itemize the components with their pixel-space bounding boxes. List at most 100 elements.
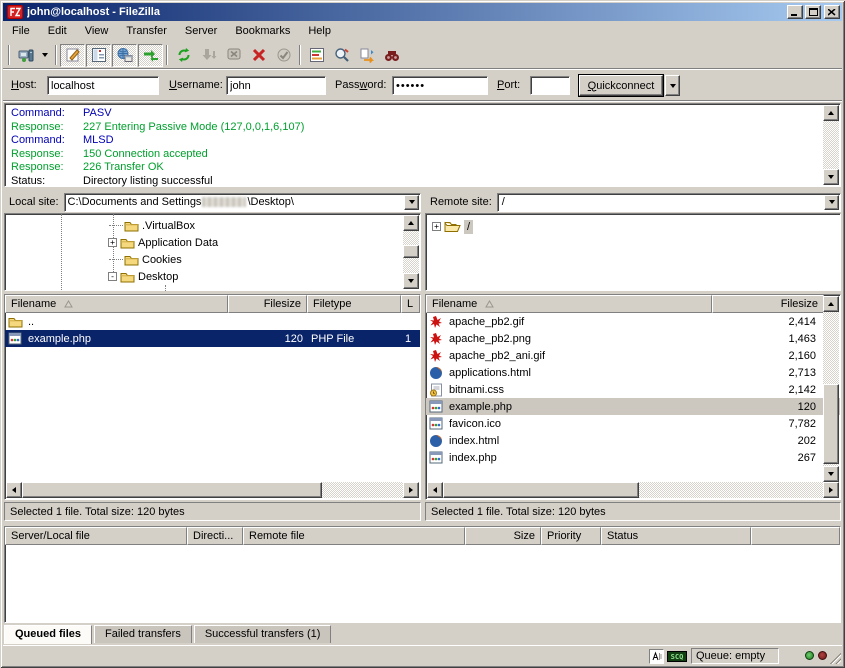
menu-server[interactable]: Server [176,22,226,39]
scroll-right-button[interactable] [823,482,839,498]
remote-vertical-scrollbar[interactable] [823,296,839,482]
tree-item-application-data[interactable]: + Application Data [108,234,218,251]
log-scrollbar[interactable] [823,105,839,185]
column-filesize[interactable]: Filesize [228,295,307,313]
column-direction[interactable]: Directi... [187,527,243,545]
local-horizontal-scrollbar[interactable] [6,482,419,498]
filter-button[interactable] [304,44,329,67]
scroll-thumb[interactable] [823,384,839,464]
toggle-queue-button[interactable] [138,44,163,67]
file-row[interactable]: index.html 202 [426,432,840,449]
column-remote-file[interactable]: Remote file [243,527,465,545]
remote-status-bar: Selected 1 file. Total size: 120 bytes [425,502,841,521]
menu-transfer[interactable]: Transfer [117,22,176,39]
queue-status-field: Queue: empty [691,648,779,664]
file-row[interactable]: favicon.ico 7,782 [426,415,840,432]
title-bar: john@localhost - FileZilla [3,3,842,21]
tree-item-root[interactable]: + / [432,218,473,235]
process-queue-button[interactable] [196,44,221,67]
queue-tabs: Queued files Failed transfers Successful… [4,624,333,644]
compare-button[interactable] [329,44,354,67]
close-button[interactable] [824,5,840,19]
find-button[interactable] [379,44,404,67]
menu-edit[interactable]: Edit [39,22,76,39]
sync-browsing-button[interactable] [354,44,379,67]
minimize-button[interactable] [787,5,803,19]
tab-successful-transfers[interactable]: Successful transfers (1) [194,625,332,643]
site-manager-dropdown[interactable] [38,44,52,67]
column-lastmodified[interactable]: L [401,295,420,313]
file-row[interactable]: apache_pb2_ani.gif 2,160 [426,347,840,364]
php-file-icon [426,451,445,465]
quickconnect-button[interactable]: Quickconnect [579,75,663,96]
column-priority[interactable]: Priority [541,527,601,545]
tab-failed-transfers[interactable]: Failed transfers [94,625,192,643]
tree-item-virtualbox[interactable]: .VirtualBox [109,217,195,234]
scroll-right-button[interactable] [403,482,419,498]
scroll-up-button[interactable] [403,215,419,231]
remote-site-label: Remote site: [425,196,497,208]
folder-icon [120,271,135,283]
file-row-selected[interactable]: example.php 120 PHP File 1 [5,330,420,347]
column-server-local-file[interactable]: Server/Local file [5,527,187,545]
expand-icon[interactable]: + [432,222,441,231]
scroll-left-button[interactable] [6,482,22,498]
file-row-selected[interactable]: example.php 120 [426,398,840,415]
expand-icon[interactable]: + [108,238,117,247]
local-tree-scrollbar[interactable] [403,215,419,289]
disconnect-button[interactable] [271,44,296,67]
port-input[interactable] [530,76,570,95]
remote-horizontal-scrollbar[interactable] [427,482,839,498]
local-site-combobox[interactable]: C:\Documents and Settings\Desktop\ [64,193,421,212]
column-filename[interactable]: Filename [5,295,228,313]
scroll-track[interactable] [823,121,839,169]
menu-help[interactable]: Help [299,22,340,39]
menu-file[interactable]: File [3,22,39,39]
maximize-button[interactable] [805,5,821,19]
column-filetype[interactable]: Filetype [307,295,401,313]
menu-bookmarks[interactable]: Bookmarks [226,22,299,39]
scroll-down-button[interactable] [823,466,839,482]
refresh-button[interactable] [171,44,196,67]
tree-item-cookies[interactable]: Cookies [109,251,182,268]
collapse-icon[interactable]: - [108,272,117,281]
file-row[interactable]: index.php 267 [426,449,840,466]
site-manager-button[interactable] [13,44,38,67]
scroll-up-button[interactable] [823,296,839,312]
remote-tree: + / [425,213,841,291]
scroll-up-button[interactable] [823,105,839,121]
column-size[interactable]: Size [465,527,541,545]
column-status[interactable]: Status [601,527,751,545]
password-input[interactable] [392,76,488,95]
cancel-file-button[interactable] [221,44,246,67]
file-row[interactable]: apache_pb2.png 1,463 [426,330,840,347]
toggle-message-log-button[interactable] [60,44,85,67]
menu-view[interactable]: View [76,22,118,39]
tree-item-desktop[interactable]: - Desktop [108,268,178,285]
tree-connector [109,225,123,226]
toggle-local-tree-button[interactable] [86,44,111,67]
tab-queued-files[interactable]: Queued files [4,625,92,644]
scroll-thumb[interactable] [443,482,639,498]
resize-grip[interactable] [828,651,841,664]
file-row[interactable]: bitnami.css 2,142 [426,381,840,398]
toggle-remote-tree-button[interactable] [112,44,137,67]
remote-site-dropdown[interactable] [824,195,839,210]
column-filename[interactable]: Filename [426,295,712,313]
scroll-left-button[interactable] [427,482,443,498]
file-row-parent[interactable]: .. [5,313,420,330]
username-input[interactable] [226,76,326,95]
quickconnect-dropdown[interactable] [665,75,680,96]
queue-mode-badge: SCQ [667,651,687,662]
local-site-dropdown[interactable] [404,195,419,210]
scroll-down-button[interactable] [823,169,839,185]
file-row[interactable]: applications.html 2,713 [426,364,840,381]
remote-site-combobox[interactable]: / [497,193,841,212]
cancel-operation-button[interactable] [246,44,271,67]
scroll-down-button[interactable] [403,273,419,289]
column-filesize[interactable]: Filesize [712,295,824,313]
file-row[interactable]: apache_pb2.gif 2,414 [426,313,840,330]
scroll-thumb[interactable] [403,245,419,258]
scroll-thumb[interactable] [22,482,322,498]
host-input[interactable] [47,76,159,95]
